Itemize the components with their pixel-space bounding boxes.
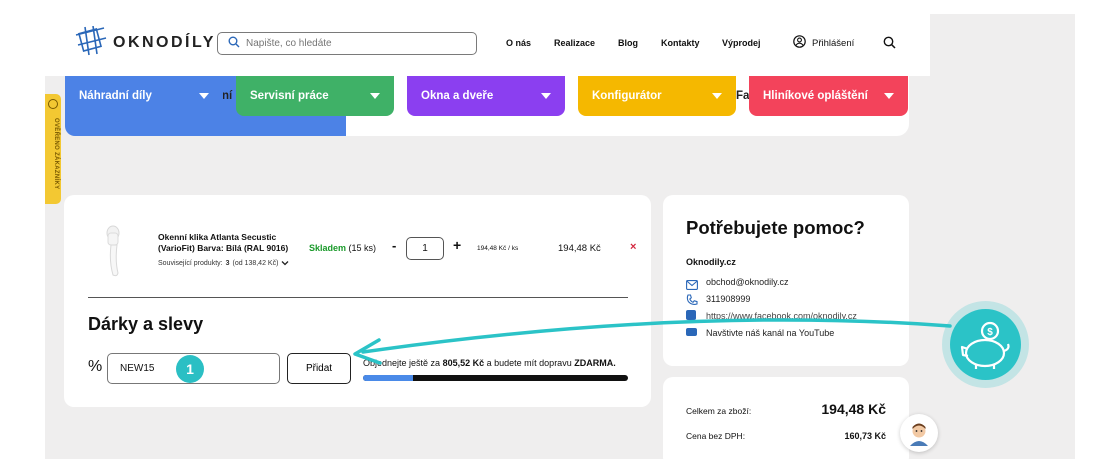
- piggy-bank-icon: $: [950, 309, 1021, 380]
- support-agent-icon: [910, 423, 928, 446]
- chat-avatar-button[interactable]: [900, 414, 938, 452]
- annotation-arrow: [353, 318, 952, 365]
- page: OKNODÍLY O nás Realizace Blog Kontakty V…: [45, 14, 1075, 459]
- svg-text:$: $: [987, 327, 993, 338]
